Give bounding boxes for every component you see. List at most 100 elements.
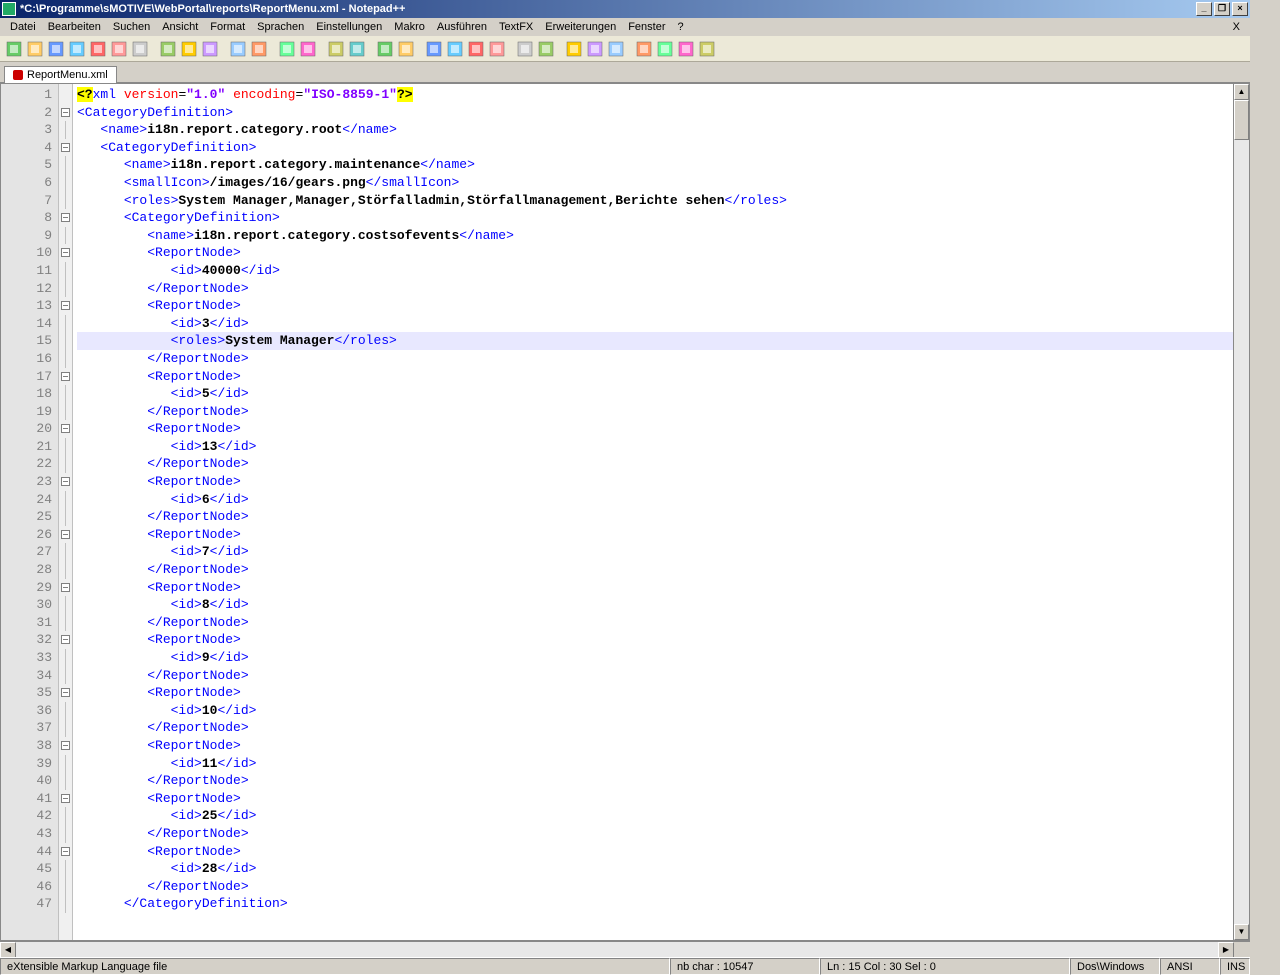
paste-button[interactable] (200, 39, 220, 59)
code-line[interactable]: <ReportNode> (77, 631, 1233, 649)
code-line[interactable]: <name>i18n.report.category.root</name> (77, 121, 1233, 139)
code-line[interactable]: </ReportNode> (77, 280, 1233, 298)
copy-button[interactable] (179, 39, 199, 59)
play-button[interactable] (536, 39, 556, 59)
zoom-in-button[interactable] (326, 39, 346, 59)
code-line[interactable]: </ReportNode> (77, 667, 1233, 685)
menu-textfx[interactable]: TextFX (493, 20, 539, 34)
scroll-down-button[interactable]: ▼ (1234, 924, 1249, 940)
menu-fenster[interactable]: Fenster (622, 20, 671, 34)
code-line[interactable]: <roles>System Manager,Manager,Störfallad… (77, 192, 1233, 210)
scroll-up-button[interactable]: ▲ (1234, 84, 1249, 100)
code-line[interactable]: <ReportNode> (77, 368, 1233, 386)
close-all-button[interactable] (109, 39, 129, 59)
code-line[interactable]: <id>7</id> (77, 543, 1233, 561)
code-line[interactable]: <ReportNode> (77, 579, 1233, 597)
code-line[interactable]: <id>9</id> (77, 649, 1233, 667)
file-tab[interactable]: ReportMenu.xml (4, 66, 117, 83)
menu-suchen[interactable]: Suchen (107, 20, 156, 34)
menu-sprachen[interactable]: Sprachen (251, 20, 310, 34)
menu-einstellungen[interactable]: Einstellungen (310, 20, 388, 34)
close-button[interactable]: × (1232, 2, 1248, 16)
code-line[interactable]: <CategoryDefinition> (77, 104, 1233, 122)
code-line[interactable]: <id>10</id> (77, 702, 1233, 720)
code-line[interactable]: </ReportNode> (77, 561, 1233, 579)
sync-v-button[interactable] (375, 39, 395, 59)
fold-toggle-icon[interactable] (61, 847, 70, 856)
code-line[interactable]: <roles>System Manager</roles> (77, 332, 1233, 350)
indent-button[interactable] (466, 39, 486, 59)
menu-datei[interactable]: Datei (4, 20, 42, 34)
minimize-button[interactable]: _ (1196, 2, 1212, 16)
fold-toggle-icon[interactable] (61, 635, 70, 644)
close-button[interactable] (88, 39, 108, 59)
code-line[interactable]: <name>i18n.report.category.costsofevents… (77, 227, 1233, 245)
fold-toggle-icon[interactable] (61, 108, 70, 117)
code-line[interactable]: <id>5</id> (77, 385, 1233, 403)
menu-ausführen[interactable]: Ausführen (431, 20, 493, 34)
code-line[interactable]: <id>6</id> (77, 491, 1233, 509)
menu-ansicht[interactable]: Ansicht (156, 20, 204, 34)
wrap-button[interactable] (424, 39, 444, 59)
macro3-button[interactable] (606, 39, 626, 59)
code-line[interactable]: <ReportNode> (77, 843, 1233, 861)
fold-toggle-icon[interactable] (61, 424, 70, 433)
record-button[interactable] (515, 39, 535, 59)
code-line[interactable]: <name>i18n.report.category.maintenance</… (77, 156, 1233, 174)
fold-toggle-icon[interactable] (61, 688, 70, 697)
code-line[interactable]: <CategoryDefinition> (77, 139, 1233, 157)
undo-button[interactable] (228, 39, 248, 59)
code-line[interactable]: </ReportNode> (77, 614, 1233, 632)
code-line[interactable]: </ReportNode> (77, 719, 1233, 737)
maximize-button[interactable]: ❐ (1214, 2, 1230, 16)
horizontal-scrollbar[interactable]: ◀ ▶ (0, 941, 1250, 957)
menu-erweiterungen[interactable]: Erweiterungen (539, 20, 622, 34)
macro1-button[interactable] (564, 39, 584, 59)
macro2-button[interactable] (585, 39, 605, 59)
redo-button[interactable] (249, 39, 269, 59)
fold-toggle-icon[interactable] (61, 213, 70, 222)
code-line[interactable]: </ReportNode> (77, 350, 1233, 368)
sync-h-button[interactable] (396, 39, 416, 59)
menu-format[interactable]: Format (204, 20, 251, 34)
menu-bearbeiten[interactable]: Bearbeiten (42, 20, 107, 34)
open-button[interactable] (25, 39, 45, 59)
plug1-button[interactable] (634, 39, 654, 59)
code-line[interactable]: <id>25</id> (77, 807, 1233, 825)
print-button[interactable] (130, 39, 150, 59)
guide-button[interactable] (487, 39, 507, 59)
fold-toggle-icon[interactable] (61, 372, 70, 381)
code-line[interactable]: </ReportNode> (77, 403, 1233, 421)
show-all-button[interactable] (445, 39, 465, 59)
save-button[interactable] (46, 39, 66, 59)
fold-toggle-icon[interactable] (61, 301, 70, 310)
scroll-left-button[interactable]: ◀ (0, 942, 16, 958)
code-line[interactable]: </ReportNode> (77, 455, 1233, 473)
code-line[interactable]: <id>11</id> (77, 755, 1233, 773)
find-button[interactable] (277, 39, 297, 59)
code-line[interactable]: <ReportNode> (77, 790, 1233, 808)
plug3-button[interactable] (676, 39, 696, 59)
code-line[interactable]: <ReportNode> (77, 473, 1233, 491)
fold-toggle-icon[interactable] (61, 794, 70, 803)
spell-button[interactable] (697, 39, 717, 59)
code-line[interactable]: <CategoryDefinition> (77, 209, 1233, 227)
code-line[interactable]: </CategoryDefinition> (77, 895, 1233, 913)
code-line[interactable]: <ReportNode> (77, 420, 1233, 438)
save-all-button[interactable] (67, 39, 87, 59)
plug2-button[interactable] (655, 39, 675, 59)
fold-toggle-icon[interactable] (61, 477, 70, 486)
menu-?[interactable]: ? (671, 20, 689, 34)
code-line[interactable]: <ReportNode> (77, 526, 1233, 544)
code-line[interactable]: <id>8</id> (77, 596, 1233, 614)
code-line[interactable]: <id>13</id> (77, 438, 1233, 456)
code-line[interactable]: </ReportNode> (77, 508, 1233, 526)
fold-toggle-icon[interactable] (61, 530, 70, 539)
code-line[interactable]: <ReportNode> (77, 737, 1233, 755)
vertical-scrollbar[interactable]: ▲ ▼ (1233, 84, 1249, 940)
menu-makro[interactable]: Makro (388, 20, 431, 34)
code-line[interactable]: <id>3</id> (77, 315, 1233, 333)
zoom-out-button[interactable] (347, 39, 367, 59)
cut-button[interactable] (158, 39, 178, 59)
fold-toggle-icon[interactable] (61, 143, 70, 152)
